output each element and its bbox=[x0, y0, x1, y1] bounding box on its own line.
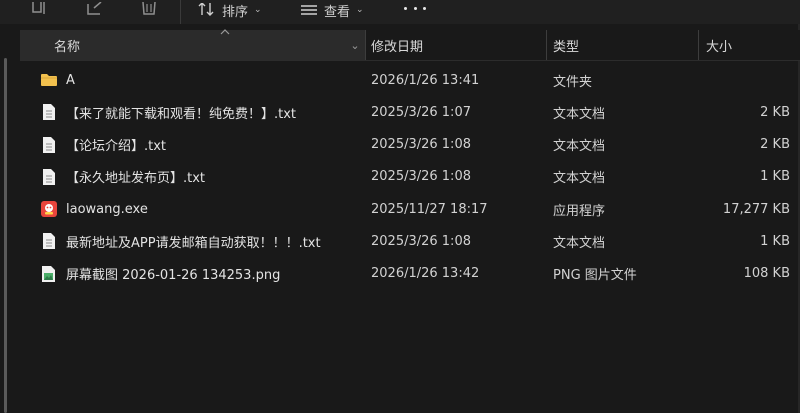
file-name-cell: laowang.exe bbox=[40, 193, 148, 225]
column-divider[interactable] bbox=[546, 30, 547, 60]
file-size: 108 KB bbox=[743, 266, 790, 282]
list-item[interactable]: 最新地址及APP请发邮箱自动获取！！！.txt 2025/3/26 1:08 文… bbox=[20, 225, 800, 257]
file-type: 文件夹 bbox=[553, 74, 593, 90]
file-name-cell: 【论坛介绍】.txt bbox=[40, 129, 166, 161]
file-size: 1 KB bbox=[760, 233, 790, 249]
chevron-down-icon: ⌄ bbox=[254, 5, 262, 15]
column-header-row: 名称 ⌄ 修改日期 类型 大小 bbox=[20, 29, 800, 61]
column-filter-dropdown[interactable]: ⌄ bbox=[346, 30, 364, 60]
share-button[interactable] bbox=[86, 0, 106, 20]
command-bar: 排序 ⌄ 查看 ⌄ bbox=[0, 0, 800, 24]
column-header-type[interactable]: 类型 bbox=[553, 30, 698, 60]
column-header-date[interactable]: 修改日期 bbox=[371, 30, 546, 60]
chevron-down-icon: ⌄ bbox=[356, 5, 364, 15]
list-item[interactable]: A 2026/1/26 13:41 文件夹 bbox=[20, 64, 800, 96]
rename-button[interactable] bbox=[30, 0, 52, 20]
list-item[interactable]: 屏幕截图 2026-01-26 134253.png 2026/1/26 13:… bbox=[20, 258, 800, 290]
chevron-down-icon: ⌄ bbox=[350, 38, 360, 52]
share-icon bbox=[87, 2, 102, 15]
folder-icon bbox=[40, 71, 58, 89]
view-label: 查看 bbox=[324, 4, 351, 20]
navigation-pane-edge bbox=[0, 24, 18, 413]
file-date: 2026/1/26 13:42 bbox=[371, 266, 480, 282]
app-icon bbox=[40, 200, 58, 218]
column-header-name-label: 名称 bbox=[54, 39, 81, 55]
text-file-icon bbox=[40, 136, 58, 154]
sort-ascending-icon bbox=[220, 29, 230, 35]
trash-icon bbox=[142, 2, 156, 15]
file-size: 2 KB bbox=[760, 104, 790, 120]
column-divider[interactable] bbox=[698, 30, 699, 60]
column-header-name[interactable]: 名称 bbox=[20, 29, 365, 60]
sort-arrows-icon bbox=[198, 3, 214, 16]
column-header-size[interactable]: 大小 bbox=[706, 30, 796, 60]
file-name: 【来了就能下载和观看！纯免费！】.txt bbox=[66, 106, 297, 122]
sort-label: 排序 bbox=[222, 4, 249, 20]
view-button[interactable]: 查看 ⌄ bbox=[300, 0, 364, 20]
delete-button[interactable] bbox=[140, 0, 158, 20]
text-file-icon bbox=[40, 103, 58, 121]
file-type: 应用程序 bbox=[553, 203, 606, 219]
file-name-cell: A bbox=[40, 64, 75, 96]
file-type: PNG 图片文件 bbox=[553, 268, 637, 284]
file-date: 2026/1/26 13:41 bbox=[371, 72, 480, 88]
file-type: 文本文档 bbox=[553, 106, 606, 122]
file-name: 【永久地址发布页】.txt bbox=[66, 171, 206, 187]
text-file-icon bbox=[40, 232, 58, 250]
list-item[interactable]: laowang.exe 2025/11/27 18:17 应用程序 17,277… bbox=[20, 193, 800, 225]
file-date: 2025/11/27 18:17 bbox=[371, 201, 488, 217]
file-type: 文本文档 bbox=[553, 139, 606, 155]
file-name: 屏幕截图 2026-01-26 134253.png bbox=[66, 268, 281, 284]
list-item[interactable]: 【来了就能下载和观看！纯免费！】.txt 2025/3/26 1:07 文本文档… bbox=[20, 96, 800, 128]
file-size: 17,277 KB bbox=[722, 201, 790, 217]
file-date: 2025/3/26 1:08 bbox=[371, 169, 471, 185]
file-name: laowang.exe bbox=[66, 201, 148, 217]
file-explorer-window: 排序 ⌄ 查看 ⌄ 名称 ⌄ 修改日期 类型 大小 A 2026/1/26 13… bbox=[0, 0, 800, 413]
dot-icon bbox=[423, 6, 426, 10]
column-header-type-label: 类型 bbox=[553, 39, 580, 55]
list-item[interactable]: 【论坛介绍】.txt 2025/3/26 1:08 文本文档 2 KB bbox=[20, 129, 800, 161]
file-size: 2 KB bbox=[760, 137, 790, 153]
dot-icon bbox=[404, 6, 407, 10]
file-name-cell: 最新地址及APP请发邮箱自动获取！！！.txt bbox=[40, 225, 321, 257]
column-header-size-label: 大小 bbox=[706, 39, 733, 55]
file-date: 2025/3/26 1:08 bbox=[371, 137, 471, 153]
file-date: 2025/3/26 1:07 bbox=[371, 104, 471, 120]
image-file-icon bbox=[40, 265, 58, 283]
view-list-icon bbox=[301, 5, 317, 15]
file-list: A 2026/1/26 13:41 文件夹 【来了就能下载和观看！纯免费！】.t… bbox=[20, 64, 800, 290]
file-size: 1 KB bbox=[760, 169, 790, 185]
column-header-date-label: 修改日期 bbox=[371, 39, 424, 55]
file-type: 文本文档 bbox=[553, 235, 606, 251]
file-name: 最新地址及APP请发邮箱自动获取！！！.txt bbox=[66, 235, 321, 251]
file-name: A bbox=[66, 72, 75, 88]
sort-button[interactable]: 排序 ⌄ bbox=[198, 0, 262, 20]
text-file-icon bbox=[40, 168, 58, 186]
rename-icon bbox=[32, 2, 45, 14]
file-name-cell: 【来了就能下载和观看！纯免费！】.txt bbox=[40, 96, 296, 128]
toolbar-divider bbox=[180, 0, 181, 24]
scrollbar[interactable] bbox=[4, 58, 7, 413]
column-divider[interactable] bbox=[365, 30, 366, 60]
more-options-button[interactable] bbox=[404, 0, 426, 16]
file-type: 文本文档 bbox=[553, 171, 606, 187]
file-name-cell: 屏幕截图 2026-01-26 134253.png bbox=[40, 258, 280, 290]
file-name-cell: 【永久地址发布页】.txt bbox=[40, 161, 205, 193]
file-name: 【论坛介绍】.txt bbox=[66, 139, 167, 155]
dot-icon bbox=[413, 6, 417, 10]
file-date: 2025/3/26 1:08 bbox=[371, 233, 471, 249]
list-item[interactable]: 【永久地址发布页】.txt 2025/3/26 1:08 文本文档 1 KB bbox=[20, 161, 800, 193]
